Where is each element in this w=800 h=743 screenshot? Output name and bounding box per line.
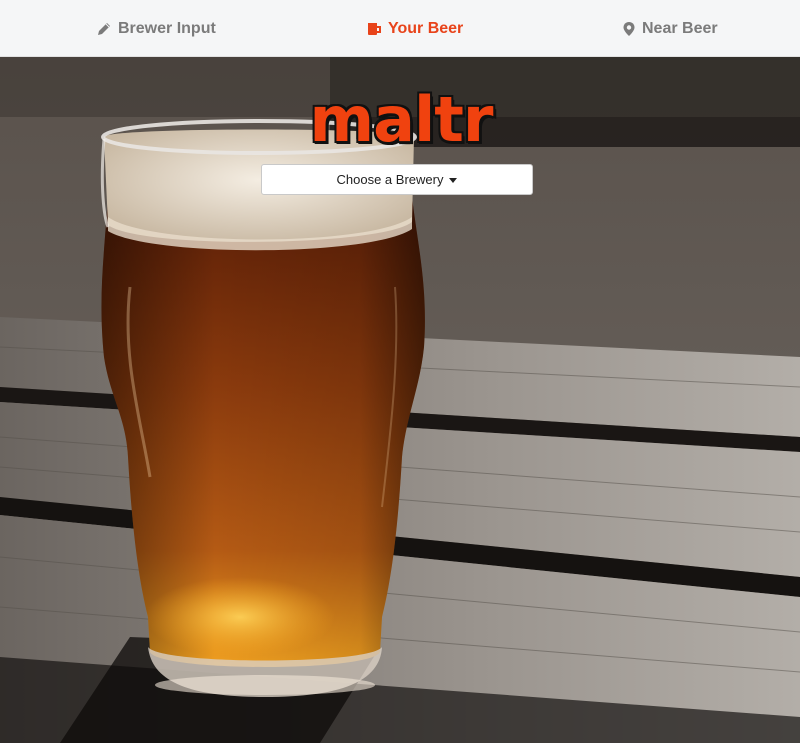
nav-your-beer-label: Your Beer <box>388 19 464 37</box>
map-pin-icon <box>622 21 636 37</box>
nav-your-beer[interactable]: Your Beer <box>366 0 463 57</box>
nav-near-beer-label: Near Beer <box>642 19 718 37</box>
nav-brewer-input-label: Brewer Input <box>118 19 216 37</box>
nav-brewer-input[interactable]: Brewer Input <box>96 0 216 57</box>
beer-mug-icon <box>366 21 382 37</box>
pencil-icon <box>96 21 112 37</box>
caret-down-icon <box>449 177 458 183</box>
nav-near-beer[interactable]: Near Beer <box>622 0 718 57</box>
beer-glass-photo <box>0 57 800 743</box>
hero-background-photo: maltr Choose a Brewery <box>0 57 800 743</box>
top-navbar: Brewer Input Your Beer Near Beer <box>0 0 800 57</box>
maltr-logo: maltr <box>309 83 494 156</box>
choose-brewery-dropdown[interactable]: Choose a Brewery <box>261 164 533 195</box>
choose-brewery-label: Choose a Brewery <box>336 172 444 187</box>
